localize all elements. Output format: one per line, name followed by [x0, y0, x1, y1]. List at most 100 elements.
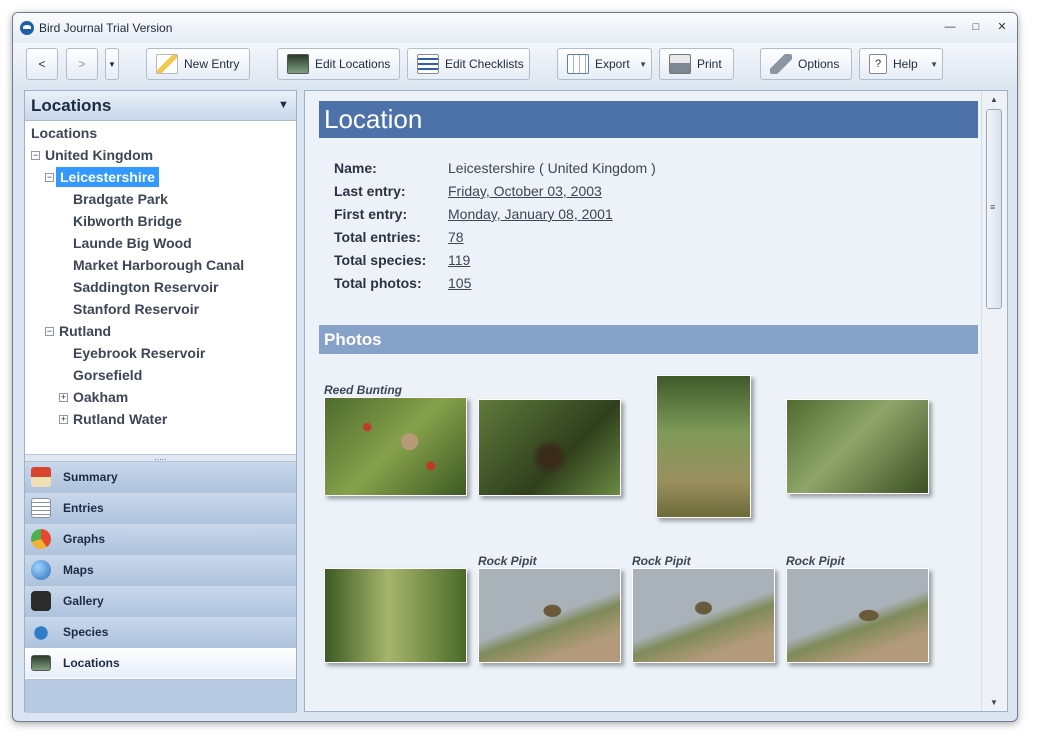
tree-item-site[interactable]: Market Harborough Canal [73, 255, 244, 275]
photo-thumbnail[interactable] [478, 568, 621, 663]
photo-thumbnail[interactable] [632, 568, 775, 663]
edit-locations-label: Edit Locations [315, 57, 391, 71]
tree-item-county[interactable]: Rutland [59, 321, 111, 341]
total-photos-label: Total photos: [334, 275, 422, 291]
photo-caption: Rock Pipit [786, 554, 845, 568]
nav-maps[interactable]: Maps [25, 554, 296, 585]
nav-entries[interactable]: Entries [25, 492, 296, 523]
grip-icon: ≡ [990, 202, 996, 212]
tree-item-selected-county[interactable]: Leicestershire [56, 167, 159, 187]
photo-thumbnail[interactable] [786, 568, 929, 663]
location-tree: Locations − United Kingdom − Leicestersh… [25, 121, 296, 454]
maximize-icon[interactable]: □ [967, 19, 985, 35]
edit-checklists-label: Edit Checklists [445, 57, 524, 71]
history-dropdown-button[interactable]: ▼ [105, 48, 119, 80]
close-icon[interactable]: ✕ [993, 19, 1011, 35]
minimize-icon[interactable]: — [941, 19, 959, 35]
nav-gallery[interactable]: Gallery [25, 585, 296, 616]
scroll-down-icon[interactable]: ▼ [990, 698, 998, 707]
nav-species[interactable]: Species [25, 616, 296, 647]
window-title: Bird Journal Trial Version [39, 21, 173, 35]
help-button[interactable]: ? Help ▼ [859, 48, 943, 80]
total-species-link[interactable]: 119 [448, 252, 470, 268]
tree-item-site-group[interactable]: Rutland Water [73, 409, 167, 429]
toolbar: < > ▼ New Entry Edit Locations Edit Chec… [13, 43, 1017, 87]
options-button[interactable]: Options [760, 48, 852, 80]
photo-thumbnail[interactable] [656, 375, 751, 518]
nav-entries-label: Entries [63, 501, 104, 515]
total-entries-label: Total entries: [334, 229, 421, 245]
total-photos-link[interactable]: 105 [448, 275, 471, 291]
nav-summary[interactable]: Summary [25, 461, 296, 492]
nav-graphs[interactable]: Graphs [25, 523, 296, 554]
options-label: Options [798, 57, 840, 71]
panel-splitter[interactable]: ..... [25, 453, 296, 462]
chevron-down-icon: ▼ [639, 60, 647, 69]
spreadsheet-icon [567, 54, 589, 74]
last-entry-link[interactable]: Friday, October 03, 2003 [448, 183, 602, 199]
tree-item-root[interactable]: Locations [31, 123, 97, 143]
new-entry-button[interactable]: New Entry [146, 48, 250, 80]
wrench-icon [770, 54, 792, 74]
chevron-down-icon: ▼ [108, 59, 116, 69]
tree-item-site[interactable]: Launde Big Wood [73, 233, 192, 253]
print-label: Print [697, 57, 722, 71]
forward-button[interactable]: > [66, 48, 98, 80]
landscape-icon [287, 54, 309, 74]
tree-item-site[interactable]: Bradgate Park [73, 189, 168, 209]
entries-icon [31, 498, 51, 518]
photo-thumbnail[interactable] [786, 399, 929, 494]
export-label: Export [595, 57, 630, 71]
edit-locations-button[interactable]: Edit Locations [277, 48, 400, 80]
vertical-scrollbar[interactable]: ▲ ≡ ▼ [981, 91, 1007, 711]
photo-caption: Reed Bunting [324, 383, 402, 397]
export-button[interactable]: Export ▼ [557, 48, 652, 80]
nav-graphs-label: Graphs [63, 532, 106, 546]
nav-summary-label: Summary [63, 470, 118, 484]
last-entry-label: Last entry: [334, 183, 406, 199]
house-icon [31, 467, 51, 487]
photos-heading: Photos [319, 325, 978, 354]
landscape-icon [31, 655, 51, 671]
help-icon: ? [869, 54, 887, 74]
edit-checklists-button[interactable]: Edit Checklists [407, 48, 530, 80]
left-panel-header: Locations ▼ [25, 91, 296, 121]
expand-icon[interactable]: + [59, 415, 68, 424]
checklist-icon [417, 54, 439, 74]
photo-thumbnail[interactable] [478, 399, 621, 496]
page-title: Location [319, 101, 978, 138]
total-species-label: Total species: [334, 252, 427, 268]
tree-item-site-group[interactable]: Oakham [73, 387, 128, 407]
nav-locations[interactable]: Locations [25, 647, 296, 678]
print-button[interactable]: Print [659, 48, 734, 80]
photo-thumbnail[interactable] [324, 568, 467, 663]
pencil-icon [156, 54, 178, 74]
pie-chart-icon [31, 529, 51, 549]
tree-item-site[interactable]: Kibworth Bridge [73, 211, 182, 231]
collapse-icon[interactable]: − [31, 151, 40, 160]
tree-item-site[interactable]: Saddington Reservoir [73, 277, 218, 297]
collapse-icon[interactable]: − [45, 173, 54, 182]
nav-locations-label: Locations [63, 656, 120, 670]
photo-thumbnail[interactable] [324, 397, 467, 496]
app-window: Bird Journal Trial Version — □ ✕ < > ▼ N… [12, 12, 1018, 722]
tree-item-site[interactable]: Gorsefield [73, 365, 142, 385]
panel-menu-icon[interactable]: ▼ [278, 99, 289, 111]
globe-icon [31, 560, 51, 580]
tree-item-site[interactable]: Stanford Reservoir [73, 299, 199, 319]
app-logo-icon [20, 21, 34, 35]
back-button[interactable]: < [26, 48, 58, 80]
tree-item-site[interactable]: Eyebrook Reservoir [73, 343, 205, 363]
first-entry-link[interactable]: Monday, January 08, 2001 [448, 206, 613, 222]
nav-species-label: Species [63, 625, 109, 639]
photo-caption: Rock Pipit [632, 554, 691, 568]
left-panel: Locations ▼ Locations − United Kingdom −… [24, 90, 297, 713]
tree-item-country[interactable]: United Kingdom [45, 145, 153, 165]
expand-icon[interactable]: + [59, 393, 68, 402]
photo-caption: Rock Pipit [478, 554, 537, 568]
scroll-up-icon[interactable]: ▲ [990, 95, 998, 104]
title-bar: Bird Journal Trial Version — □ ✕ [13, 13, 1017, 43]
total-entries-link[interactable]: 78 [448, 229, 464, 245]
scrollbar-thumb[interactable]: ≡ [986, 109, 1002, 309]
collapse-icon[interactable]: − [45, 327, 54, 336]
